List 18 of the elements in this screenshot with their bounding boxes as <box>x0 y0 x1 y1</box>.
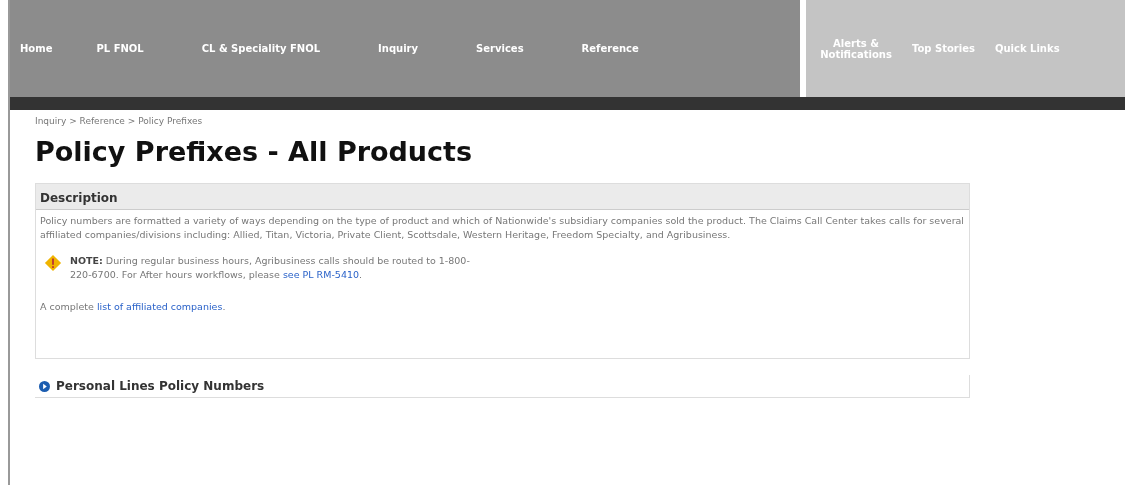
nav-link[interactable]: Top Stories <box>902 43 985 54</box>
affiliates-text: A complete list of affiliated companies. <box>40 300 227 314</box>
page-title: Policy Prefixes - All Products <box>35 136 474 167</box>
nav-link[interactable]: Inquiry <box>368 43 429 54</box>
nav-link[interactable]: CL & Speciality FNOL <box>191 43 331 54</box>
nav-link[interactable]: Home <box>10 43 63 54</box>
nav-link[interactable]: Quick Links <box>984 43 1070 54</box>
breadcrumb: Inquiry > Reference > Policy Prefixes <box>35 116 204 126</box>
nav-link[interactable]: PL FNOL <box>86 43 154 54</box>
warning-icon <box>44 254 62 272</box>
description-text: Policy numbers are formatted a variety of ways depending on the type of product and which of Nationwide's subsidiary companies sold the product. The Claims Call Center takes calls for several affiliated companies/divisions including: Allied, Titan, Victoria, Private Client, Scottsdale, Western Heritage, Freedom Specialty, and Agribusiness. <box>40 214 965 242</box>
nav-link[interactable]: Reference <box>571 43 649 54</box>
note-text: NOTE: During regular business hours, Agribusiness calls should be routed to 1-800-220-6700. For After hours workflows, please see PL RM-5410. <box>70 254 470 282</box>
nav-link[interactable]: Alerts & Notifications <box>810 37 902 60</box>
nav-link[interactable]: Services <box>466 43 534 54</box>
panel-heading: Description <box>40 191 118 205</box>
section-header[interactable]: Personal Lines Policy Numbers <box>35 375 970 398</box>
link[interactable]: see PL RM-5410 <box>282 269 359 280</box>
